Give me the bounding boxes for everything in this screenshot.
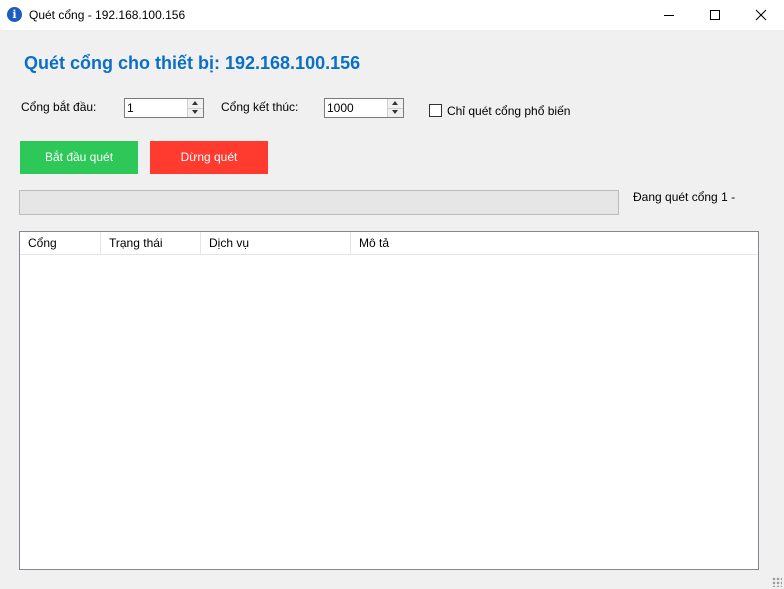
- minimize-icon: [664, 15, 674, 16]
- start-port-value[interactable]: 1: [127, 101, 134, 115]
- common-ports-checkbox[interactable]: [429, 104, 442, 117]
- title-bar: i Quét cổng - 192.168.100.156: [0, 0, 784, 30]
- maximize-icon: [710, 10, 720, 20]
- common-ports-label[interactable]: Chỉ quét cổng phổ biến: [447, 104, 570, 118]
- end-port-value[interactable]: 1000: [327, 101, 354, 115]
- results-list[interactable]: Cổng Trạng thái Dịch vụ Mô tả: [19, 231, 759, 570]
- scan-progress-bar: [19, 190, 619, 215]
- start-port-stepper[interactable]: 1: [124, 98, 204, 118]
- column-header-status[interactable]: Trạng thái: [101, 232, 201, 254]
- resize-grip-icon[interactable]: [772, 577, 782, 587]
- column-header-port[interactable]: Cổng: [20, 232, 101, 254]
- end-port-label: Cổng kết thúc:: [221, 100, 299, 114]
- page-heading: Quét cổng cho thiết bị: 192.168.100.156: [24, 53, 361, 73]
- arrow-up-icon: [192, 101, 198, 105]
- window-title: Quét cổng - 192.168.100.156: [29, 8, 186, 22]
- minimize-button[interactable]: [646, 0, 692, 30]
- start-port-down-button[interactable]: [188, 108, 203, 117]
- scan-status-text: Đang quét cổng 1 -: [633, 190, 736, 204]
- start-scan-button[interactable]: Bắt đầu quét: [20, 141, 138, 174]
- info-icon: i: [7, 7, 22, 22]
- start-port-label: Cổng bắt đầu:: [21, 100, 97, 114]
- column-header-description[interactable]: Mô tả: [351, 232, 431, 254]
- arrow-up-icon: [392, 101, 398, 105]
- column-header-service[interactable]: Dịch vụ: [201, 232, 351, 254]
- maximize-button[interactable]: [692, 0, 738, 30]
- arrow-down-icon: [392, 110, 398, 114]
- end-port-down-button[interactable]: [388, 108, 403, 117]
- arrow-down-icon: [192, 110, 198, 114]
- close-button[interactable]: [738, 0, 784, 30]
- results-header: Cổng Trạng thái Dịch vụ Mô tả: [20, 232, 758, 255]
- end-port-stepper[interactable]: 1000: [324, 98, 404, 118]
- stop-scan-button[interactable]: Dừng quét: [150, 141, 268, 174]
- close-icon: [755, 9, 767, 21]
